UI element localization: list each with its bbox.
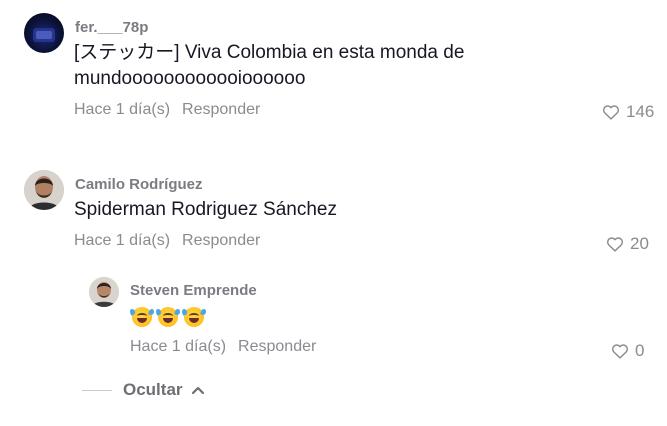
comment-username[interactable]: Camilo Rodríguez — [75, 176, 203, 193]
heart-icon — [606, 237, 624, 252]
comment-text: Spiderman Rodriguez Sánchez — [74, 199, 337, 220]
hide-replies-button[interactable]: Ocultar — [82, 380, 205, 400]
reply-button[interactable]: Responder — [238, 338, 316, 355]
rofl-emoji-icon — [129, 307, 155, 327]
heart-icon — [611, 344, 629, 359]
avatar-image-icon — [33, 28, 55, 42]
like-button[interactable]: 0 — [611, 341, 644, 361]
avatar-image-icon — [24, 170, 64, 210]
comment-time: Hace 1 día(s) — [74, 232, 171, 249]
comment-meta: Hace 1 día(s) Responder — [74, 101, 260, 119]
like-count: 0 — [635, 341, 645, 360]
rofl-emoji-icon — [155, 307, 181, 327]
like-button[interactable]: 146 — [602, 102, 654, 122]
divider — [82, 389, 112, 391]
heart-icon — [602, 105, 620, 120]
avatar[interactable] — [24, 170, 64, 210]
reply-meta: Hace 1 día(s) Responder — [130, 338, 316, 356]
reply-time: Hace 1 día(s) — [130, 338, 227, 355]
comment-text-line-2: mundoooooooooooioooooo — [74, 68, 306, 89]
comment-time: Hace 1 día(s) — [74, 101, 171, 118]
reply-username[interactable]: Steven Emprende — [130, 282, 257, 299]
reply-button[interactable]: Responder — [182, 101, 260, 118]
comment-meta: Hace 1 día(s) Responder — [74, 232, 260, 250]
rofl-emoji-icon — [181, 307, 207, 327]
comment-username[interactable]: fer.___78p — [75, 19, 148, 36]
reply-button[interactable]: Responder — [182, 232, 260, 249]
comment-text-line-1: [ステッカー] Viva Colombia en esta monda de — [74, 42, 465, 63]
like-button[interactable]: 20 — [606, 234, 649, 254]
like-count: 146 — [626, 102, 655, 121]
avatar[interactable] — [24, 13, 64, 53]
avatar[interactable] — [89, 277, 119, 307]
like-count: 20 — [630, 234, 649, 253]
hide-replies-label: Ocultar — [123, 380, 183, 399]
reply-text — [129, 307, 207, 327]
chevron-up-icon — [191, 386, 204, 395]
avatar-image-icon — [89, 277, 119, 307]
